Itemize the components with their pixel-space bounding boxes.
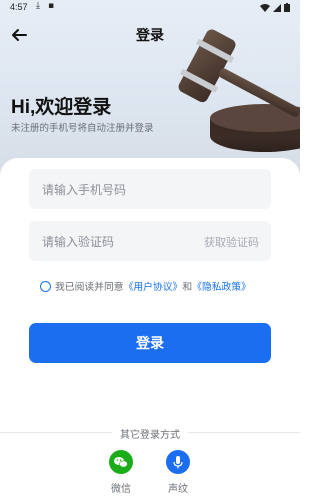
other-login-title-text: 其它登录方式: [112, 430, 188, 441]
other-login-title: 其它登录方式: [0, 426, 300, 441]
status-time: 4:57: [10, 2, 28, 12]
login-button[interactable]: 登录: [29, 323, 271, 363]
agreement-and: 和: [182, 282, 193, 293]
download-icon: ⤓: [36, 1, 40, 11]
microphone-icon: [166, 450, 190, 474]
battery-icon: [284, 3, 290, 12]
get-code-button[interactable]: 获取验证码: [204, 234, 259, 250]
wifi-icon: [260, 3, 270, 12]
top-bar: 登录: [0, 18, 300, 52]
signal-icon: [273, 3, 281, 12]
wechat-icon: [109, 450, 133, 474]
login-screen: 4:57 ⤓ ▪ 登录 Hi,欢迎登录 未注册的手机号将自动注册并登录 请输入手…: [0, 0, 300, 500]
phone-placeholder: 请输入手机号码: [42, 183, 127, 197]
wechat-label: 微信: [111, 484, 131, 495]
voiceprint-login-option[interactable]: 声纹: [158, 450, 198, 495]
page-title: 登录: [136, 27, 164, 43]
agreement-checkbox[interactable]: [40, 280, 51, 292]
agreement-row: 我已阅读并同意 《用户协议》 和 《隐私政策》: [40, 279, 251, 293]
verification-code-input[interactable]: 请输入验证码 获取验证码: [29, 221, 271, 261]
greeting-subtitle: 未注册的手机号将自动注册并登录: [11, 123, 154, 134]
status-bar: 4:57 ⤓ ▪: [0, 0, 300, 18]
voiceprint-label: 声纹: [168, 484, 188, 495]
status-icons: [260, 3, 290, 12]
phone-input[interactable]: 请输入手机号码: [29, 169, 271, 209]
privacy-policy-link[interactable]: 《隐私政策》: [192, 279, 251, 293]
agreement-prefix: 我已阅读并同意: [55, 282, 124, 293]
greeting-heading: Hi,欢迎登录: [11, 97, 112, 118]
user-agreement-link[interactable]: 《用户协议》: [124, 279, 183, 293]
code-placeholder: 请输入验证码: [42, 235, 115, 249]
notification-icon: ▪: [48, 1, 55, 11]
wechat-login-option[interactable]: 微信: [101, 450, 141, 495]
